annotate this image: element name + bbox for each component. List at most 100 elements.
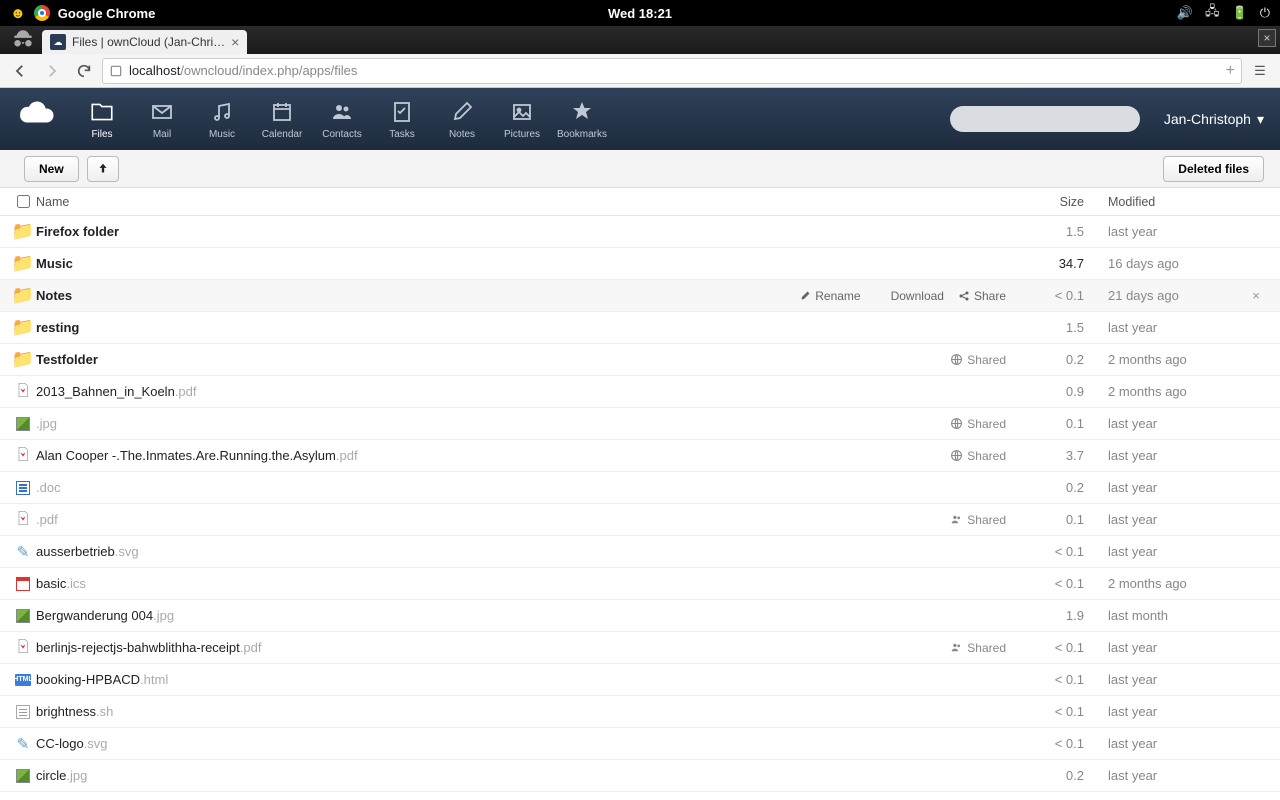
file-name[interactable]: Firefox folder — [36, 224, 1018, 239]
select-all-checkbox[interactable] — [17, 195, 30, 208]
file-row[interactable]: ✎CC-logo.svg< 0.1last year — [0, 728, 1280, 760]
download-action[interactable]: Download — [875, 289, 944, 303]
forward-button[interactable] — [38, 57, 66, 85]
file-row[interactable]: circle.jpg0.2last year — [0, 760, 1280, 792]
file-row[interactable]: .jpgShared0.1last year — [0, 408, 1280, 440]
file-row[interactable]: 2013_Bahnen_in_Koeln.pdf0.92 months ago — [0, 376, 1280, 408]
browser-tab[interactable]: ☁ Files | ownCloud (Jan-Chri… × — [42, 30, 247, 54]
app-tasks[interactable]: Tasks — [372, 88, 432, 150]
app-label: Mail — [153, 129, 171, 140]
battery-icon[interactable]: 🔋 — [1232, 5, 1248, 21]
upload-button[interactable] — [87, 156, 119, 182]
file-name[interactable]: Notes — [36, 288, 799, 303]
svg-icon: ✎ — [17, 543, 30, 561]
shared-indicator[interactable]: Shared — [950, 417, 1006, 431]
file-name[interactable]: brightness.sh — [36, 704, 1018, 719]
file-row[interactable]: .doc0.2last year — [0, 472, 1280, 504]
file-name[interactable]: .doc — [36, 480, 1018, 495]
app-calendar[interactable]: Calendar — [252, 88, 312, 150]
app-contacts[interactable]: Contacts — [312, 88, 372, 150]
file-row[interactable]: 📁Firefox folder1.5last year — [0, 216, 1280, 248]
file-row[interactable]: ✎ausserbetrieb.svg< 0.1last year — [0, 536, 1280, 568]
folder-icon: 📁 — [12, 317, 34, 338]
file-row[interactable]: 📁resting1.5last year — [0, 312, 1280, 344]
file-row[interactable]: berlinjs-rejectjs-bahwblithha-receipt.pd… — [0, 632, 1280, 664]
pdf-icon — [15, 445, 31, 466]
column-size[interactable]: Size — [1018, 195, 1108, 209]
tasks-icon — [390, 98, 414, 126]
app-pictures[interactable]: Pictures — [492, 88, 552, 150]
file-row[interactable]: brightness.sh< 0.1last year — [0, 696, 1280, 728]
file-modified: last year — [1108, 416, 1248, 431]
app-bookmarks[interactable]: Bookmarks — [552, 88, 612, 150]
file-name[interactable]: Music — [36, 256, 1018, 271]
column-name[interactable]: Name — [36, 195, 1018, 209]
file-row[interactable]: HTMLbooking-HPBACD.html< 0.1last year — [0, 664, 1280, 696]
file-name[interactable]: .jpg — [36, 416, 950, 431]
column-modified[interactable]: Modified — [1108, 195, 1248, 209]
delete-icon[interactable]: × — [1248, 288, 1264, 303]
file-name[interactable]: ausserbetrieb.svg — [36, 544, 1018, 559]
file-row[interactable]: 📁NotesRenameDownloadShare< 0.121 days ag… — [0, 280, 1280, 312]
share-action[interactable]: Share — [958, 289, 1006, 303]
volume-icon[interactable]: 🔊 — [1177, 5, 1193, 21]
file-name[interactable]: circle.jpg — [36, 768, 1018, 783]
deleted-files-button[interactable]: Deleted files — [1163, 156, 1264, 182]
network-icon[interactable]: 🖧 — [1205, 2, 1220, 24]
file-row[interactable]: 📁Music34.716 days ago — [0, 248, 1280, 280]
app-files[interactable]: Files — [72, 88, 132, 150]
file-name[interactable]: CC-logo.svg — [36, 736, 1018, 751]
user-name: Jan-Christoph — [1164, 111, 1251, 127]
file-name[interactable]: 2013_Bahnen_in_Koeln.pdf — [36, 384, 1018, 399]
address-bar[interactable]: localhost/owncloud/index.php/apps/files … — [102, 58, 1242, 84]
shared-indicator[interactable]: Shared — [950, 513, 1006, 527]
pdf-icon — [15, 509, 31, 530]
shared-indicator[interactable]: Shared — [950, 449, 1006, 463]
smiley-icon[interactable]: ☻ — [10, 5, 26, 22]
file-row[interactable]: 📁TestfolderShared0.22 months ago — [0, 344, 1280, 376]
row-actions: Rename Download Share — [799, 289, 1006, 303]
file-name[interactable]: Bergwanderung 004.jpg — [36, 608, 1018, 623]
file-modified: last month — [1108, 608, 1248, 623]
os-panel: ☻ Google Chrome Wed 18:21 🔊 🖧 🔋 ⏻ — [0, 0, 1280, 26]
file-name[interactable]: Alan Cooper -.The.Inmates.Are.Running.th… — [36, 448, 950, 463]
reload-button[interactable] — [70, 57, 98, 85]
new-button[interactable]: New — [24, 156, 79, 182]
bookmark-plus-icon[interactable]: + — [1226, 62, 1235, 80]
chrome-menu-button[interactable]: ☰ — [1246, 63, 1274, 79]
file-name[interactable]: .pdf — [36, 512, 950, 527]
file-row[interactable]: .pdfShared0.1last year — [0, 504, 1280, 536]
user-menu[interactable]: Jan-Christoph ▾ — [1148, 88, 1280, 150]
notes-icon — [450, 98, 474, 126]
search-box[interactable] — [950, 106, 1140, 132]
file-row[interactable]: basic.ics< 0.12 months ago — [0, 568, 1280, 600]
file-size: < 0.1 — [1018, 576, 1108, 591]
owncloud-logo-icon[interactable] — [0, 88, 72, 150]
file-modified: last year — [1108, 448, 1248, 463]
rename-action[interactable]: Rename — [799, 289, 860, 303]
file-modified: 2 months ago — [1108, 352, 1248, 367]
tab-close-icon[interactable]: × — [231, 34, 239, 50]
shared-indicator[interactable]: Shared — [950, 353, 1006, 367]
file-name[interactable]: Testfolder — [36, 352, 950, 367]
app-mail[interactable]: Mail — [132, 88, 192, 150]
back-button[interactable] — [6, 57, 34, 85]
app-label: Files — [91, 129, 112, 140]
file-row[interactable]: Bergwanderung 004.jpg1.9last month — [0, 600, 1280, 632]
power-icon[interactable]: ⏻ — [1260, 5, 1270, 21]
file-name[interactable]: berlinjs-rejectjs-bahwblithha-receipt.pd… — [36, 640, 950, 655]
file-size: < 0.1 — [1018, 704, 1108, 719]
tab-title: Files | ownCloud (Jan-Chri… — [72, 35, 225, 49]
window-close-icon[interactable]: × — [1258, 29, 1276, 47]
search-input[interactable] — [968, 112, 1123, 126]
file-modified: last year — [1108, 544, 1248, 559]
file-name[interactable]: basic.ics — [36, 576, 1018, 591]
file-size: 1.5 — [1018, 320, 1108, 335]
app-notes[interactable]: Notes — [432, 88, 492, 150]
chrome-icon[interactable] — [34, 5, 50, 21]
app-music[interactable]: Music — [192, 88, 252, 150]
file-name[interactable]: resting — [36, 320, 1018, 335]
shared-indicator[interactable]: Shared — [950, 641, 1006, 655]
file-name[interactable]: booking-HPBACD.html — [36, 672, 1018, 687]
file-row[interactable]: Alan Cooper -.The.Inmates.Are.Running.th… — [0, 440, 1280, 472]
